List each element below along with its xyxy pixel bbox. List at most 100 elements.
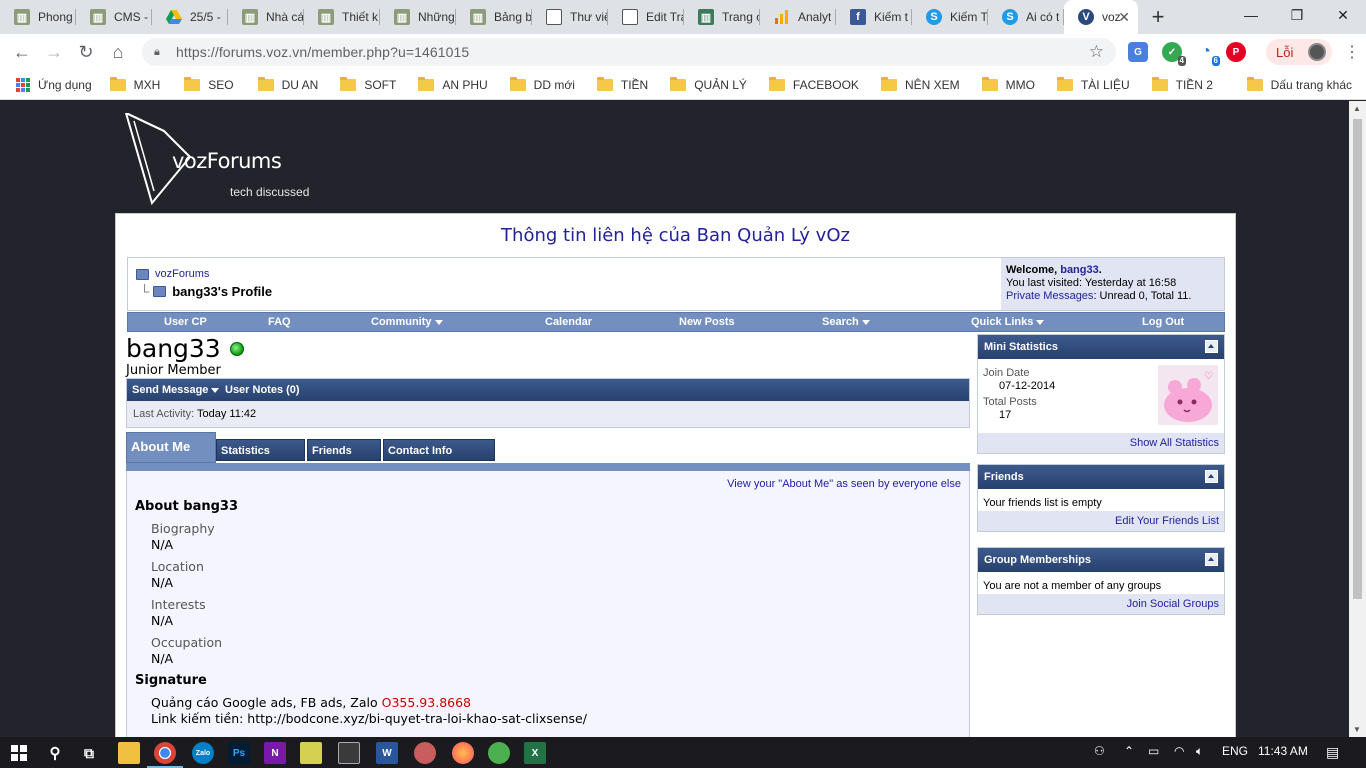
bookmark-folder[interactable]: MXH [109,76,160,92]
url-text[interactable]: https://forums.voz.vn/member.php?u=14610… [176,44,469,60]
browser-tab[interactable]: Edit Tra [608,0,684,34]
forward-arrow-icon[interactable]: → [42,40,66,64]
browser-tab[interactable]: Thư việ [532,0,608,34]
nav-search[interactable]: Search [822,316,870,328]
bookmark-folder[interactable]: AN PHU [418,76,488,92]
battery-icon[interactable]: ▭ [1148,744,1159,758]
bookmark-folder[interactable]: NÊN XEM [880,76,960,92]
search-icon[interactable]: ⚲ [44,742,66,764]
collapse-icon[interactable] [1205,340,1218,353]
scroll-up-icon[interactable]: ▲ [1353,104,1361,113]
bookmark-folder[interactable]: DU AN [257,76,318,92]
app-green-icon[interactable] [488,742,510,764]
wifi-icon[interactable]: ◠ [1174,744,1184,758]
bookmark-folder[interactable]: DD mới [509,76,575,92]
nav-user-cp[interactable]: User CP [164,316,207,328]
bookmark-folder[interactable]: FACEBOOK [768,76,859,92]
pinterest-icon[interactable]: P [1226,42,1246,62]
browser-tab-active[interactable]: Vvoz ✕ [1064,0,1138,34]
send-message-button[interactable]: Send Message [132,384,220,396]
browser-tab[interactable]: ▥ Thiết k [304,0,380,34]
bookmark-folder[interactable]: TÀI LIỆU [1056,76,1130,92]
browser-tab[interactable]: ▥ Bảng b [456,0,532,34]
sticky-notes-icon[interactable] [338,742,360,764]
view-about-me-link[interactable]: View your "About Me" as seen by everyone… [727,478,961,490]
signature-link[interactable]: Link kiếm tiền: http://bodcone.xyz/bi-qu… [151,711,587,726]
task-view-icon[interactable]: ⧉ [78,742,100,764]
scroll-down-icon[interactable]: ▼ [1353,725,1361,734]
show-all-statistics-link[interactable]: Show All Statistics [978,433,1224,453]
user-avatar[interactable]: ♡ [1158,365,1218,425]
browser-tab[interactable]: Analyt [760,0,836,34]
action-center-icon[interactable]: ▤ [1326,744,1339,761]
nav-faq[interactable]: FAQ [268,316,291,328]
browser-tab[interactable]: ▥ Phong [0,0,76,34]
join-social-groups-link[interactable]: Join Social Groups [978,594,1224,614]
firefox-icon[interactable] [452,742,474,764]
bookmark-folder[interactable]: SEO [184,76,234,92]
photoshop-icon[interactable]: Ps [228,742,250,764]
page-scrollbar[interactable]: ▲ ▼ [1349,101,1366,737]
browser-tab[interactable]: ▥ Trang c [684,0,760,34]
profile-button[interactable]: Lỗi [1266,39,1332,65]
private-messages-link[interactable]: Private Messages [1006,290,1093,302]
home-icon[interactable]: ⌂ [106,40,130,64]
browser-tab[interactable]: ▥ Nhà cá [228,0,304,34]
excel-icon[interactable]: X [524,742,546,764]
bookmark-folder[interactable]: SOFT [340,76,396,92]
collapse-icon[interactable] [1205,470,1218,483]
nav-quick-links[interactable]: Quick Links [971,316,1045,328]
tab-friends[interactable]: Friends [307,439,381,461]
address-bar[interactable]: 🔒︎ https://forums.voz.vn/member.php?u=14… [142,38,1116,66]
browser-tab[interactable]: S Ai có t [988,0,1064,34]
nav-calendar[interactable]: Calendar [545,316,592,328]
translate-extension-icon[interactable]: G [1128,42,1148,62]
maximize-button[interactable]: ❐ [1274,0,1320,30]
nav-community[interactable]: Community [371,316,443,328]
word-icon[interactable]: W [376,742,398,764]
welcome-username-link[interactable]: bang33 [1060,264,1099,276]
tab-statistics[interactable]: Statistics [216,439,305,461]
language-indicator[interactable]: ENG [1222,744,1248,758]
new-tab-button[interactable]: + [1138,0,1178,34]
notice-link[interactable]: Thông tin liên hệ của Ban Quản Lý vOz [116,225,1235,246]
notepad-icon[interactable] [300,742,322,764]
close-icon[interactable]: ✕ [1118,9,1130,26]
volume-icon[interactable]: 🔈︎ [1196,744,1203,759]
bookmark-folder[interactable]: QUẢN LÝ [670,76,747,92]
back-arrow-icon[interactable]: ← [10,40,34,64]
browser-tab[interactable]: 25/5 - [152,0,228,34]
windows-start-icon[interactable] [8,742,30,764]
menu-dots-icon[interactable]: ⋮ [1344,42,1360,62]
scrollbar-thumb[interactable] [1353,119,1362,599]
browser-tab[interactable]: S Kiếm T [912,0,988,34]
tab-about-me[interactable]: About Me [126,432,216,463]
edit-friends-link[interactable]: Edit Your Friends List [978,511,1224,531]
other-bookmarks[interactable]: Dấu trang khác [1246,76,1352,92]
shield-extension-icon[interactable]: ✓ 4 [1162,42,1186,66]
collapse-icon[interactable] [1205,553,1218,566]
browser-tab[interactable]: ▥ CMS - [76,0,152,34]
bookmark-folder[interactable]: TIỀN 2 [1151,76,1213,92]
browser-tab[interactable]: f Kiếm t [836,0,912,34]
paint-icon[interactable] [414,742,436,764]
bookmark-star-icon[interactable]: ☆ [1089,42,1104,62]
tab-contact-info[interactable]: Contact Info [383,439,495,461]
window-close-button[interactable]: ✕ [1320,0,1366,30]
people-icon[interactable]: ⚇ [1094,744,1105,758]
wifi-extension-icon[interactable]: ◔ 6 [1196,42,1220,66]
onenote-icon[interactable]: N [264,742,286,764]
bookmark-folder[interactable]: TIỀN [596,76,648,92]
chevron-up-icon[interactable]: ⌃ [1124,744,1134,758]
bookmark-apps[interactable]: Ứng dụng [16,77,92,92]
breadcrumb-root[interactable]: vozForums [136,268,209,280]
site-logo[interactable]: vozForums tech discussed [124,111,324,206]
user-notes-link[interactable]: User Notes (0) [225,384,300,396]
zalo-icon[interactable]: Zalo [192,742,214,764]
chrome-icon[interactable] [154,742,176,764]
bookmark-folder[interactable]: MMO [981,76,1035,92]
file-explorer-icon[interactable] [118,742,140,764]
browser-tab[interactable]: ▥ Những [380,0,456,34]
minimize-button[interactable]: — [1228,0,1274,30]
nav-log-out[interactable]: Log Out [1142,316,1184,328]
